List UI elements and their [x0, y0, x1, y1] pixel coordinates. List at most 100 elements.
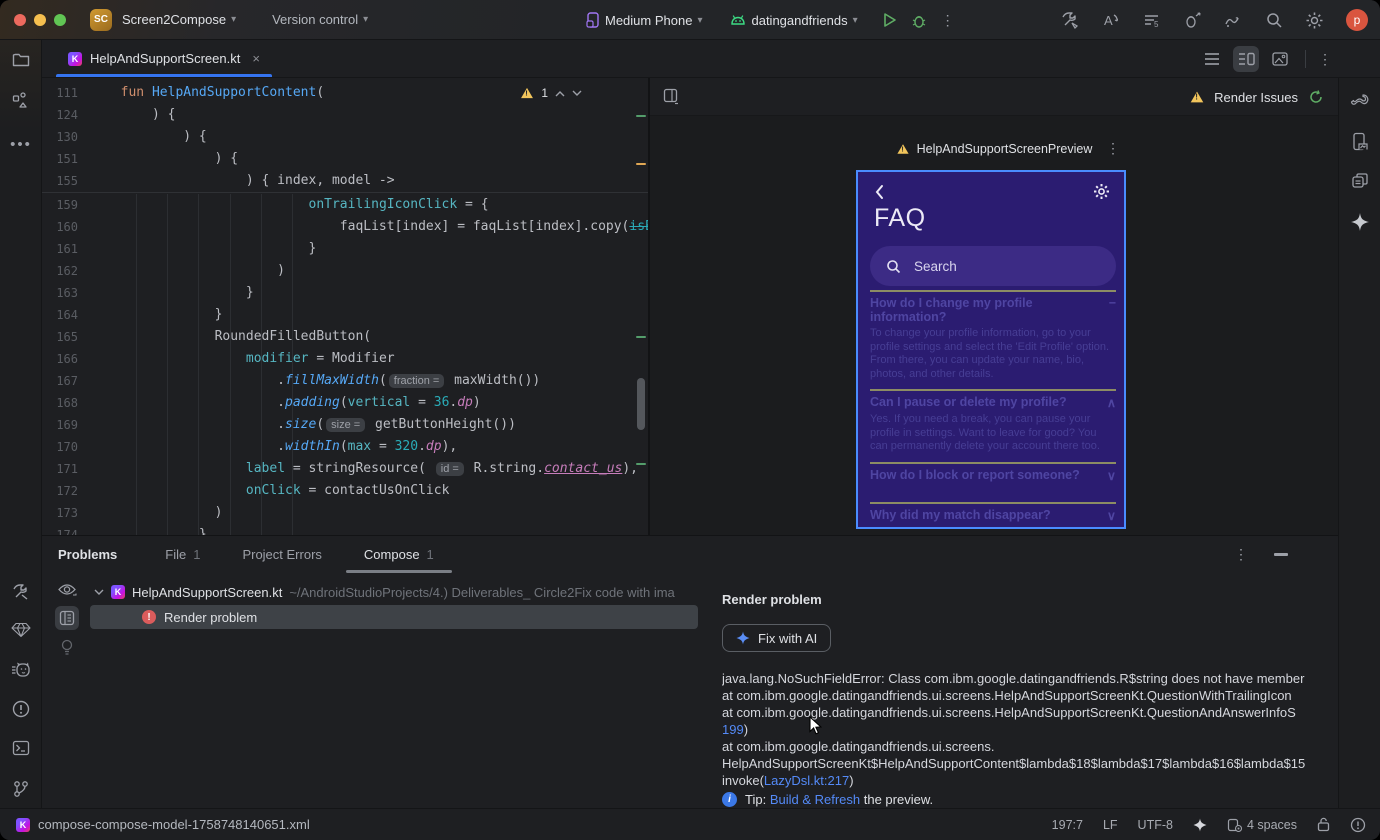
- run-config-selector[interactable]: datingandfriends ▾: [730, 13, 858, 28]
- file-encoding[interactable]: UTF-8: [1138, 818, 1173, 832]
- code-line[interactable]: 168 .padding(vertical = 36.dp): [42, 392, 648, 414]
- problems-tree-file-row[interactable]: K HelpAndSupportScreen.kt ~/AndroidStudi…: [94, 580, 710, 604]
- preview-toggle-button[interactable]: [55, 606, 79, 630]
- preview-layout-icon[interactable]: [663, 88, 680, 105]
- more-tool-windows-button[interactable]: •••: [0, 136, 42, 153]
- debug-button[interactable]: [911, 12, 927, 29]
- running-devices-button[interactable]: [1339, 132, 1380, 151]
- indent-setting[interactable]: 4 spaces: [1227, 818, 1297, 832]
- build-refresh-link[interactable]: Build & Refresh: [770, 792, 860, 807]
- prev-issue-button[interactable]: [555, 90, 565, 97]
- code-line[interactable]: 151 ) {: [42, 148, 648, 170]
- line-number: 168: [56, 396, 78, 410]
- gradle-button[interactable]: [1339, 93, 1380, 109]
- code-line[interactable]: 171 label = stringResource( id = R.strin…: [42, 458, 648, 480]
- close-window-button[interactable]: [14, 13, 26, 26]
- faq-question: How do I change my profile information? −: [870, 296, 1116, 324]
- version-control-menu[interactable]: Version control ▾: [272, 12, 368, 27]
- code-line[interactable]: 163 }: [42, 282, 648, 304]
- problems-tab-compose[interactable]: Compose 1: [345, 536, 452, 573]
- code-line[interactable]: 174 }: [42, 524, 648, 535]
- panel-options-button[interactable]: ⋮: [1234, 546, 1248, 563]
- inspections-widget[interactable]: 1: [520, 86, 582, 100]
- gemini-ai-button[interactable]: [1339, 212, 1380, 232]
- fix-with-ai-button[interactable]: Fix with AI: [722, 624, 832, 652]
- stack-trace-link[interactable]: 199: [722, 722, 744, 737]
- project-tool-button[interactable]: [0, 52, 42, 68]
- insights-icon[interactable]: [1224, 11, 1243, 30]
- code-line[interactable]: 162 ): [42, 260, 648, 282]
- build-icon[interactable]: [1060, 11, 1079, 30]
- chevron-down-icon[interactable]: [94, 589, 104, 596]
- split-view-button[interactable]: [1233, 46, 1259, 72]
- logcat-tool-button[interactable]: [0, 661, 42, 678]
- close-tab-icon[interactable]: ×: [252, 51, 260, 66]
- preview-title: HelpAndSupportScreenPreview: [916, 142, 1093, 156]
- ai-status-icon[interactable]: [1193, 818, 1207, 832]
- error-icon: !: [142, 610, 156, 624]
- code-view-button[interactable]: [1199, 46, 1225, 72]
- render-issues-label[interactable]: Render Issues: [1214, 90, 1298, 105]
- line-ending[interactable]: LF: [1103, 818, 1118, 832]
- more-run-options-button[interactable]: ⋮: [941, 12, 955, 29]
- preview-title-row[interactable]: HelpAndSupportScreenPreview: [650, 142, 1338, 156]
- code-editor[interactable]: 111 fun HelpAndSupportContent(124 ) {130…: [42, 78, 648, 535]
- code-line[interactable]: 160 faqList[index] = faqList[index].copy…: [42, 216, 648, 238]
- run-button[interactable]: [882, 12, 897, 28]
- project-selector[interactable]: Screen2Compose ▾: [122, 12, 236, 27]
- refresh-icon[interactable]: [1308, 89, 1324, 105]
- kotlin-file-icon: K: [68, 51, 82, 66]
- status-file[interactable]: K compose-compose-model-1758748140651.xm…: [16, 817, 310, 832]
- gem-tool-button[interactable]: [0, 622, 42, 638]
- quick-fix-bulb-icon[interactable]: [61, 639, 73, 656]
- line-number: 163: [56, 286, 78, 300]
- code-line[interactable]: 172 onClick = contactUsOnClick: [42, 480, 648, 502]
- problems-tab-project-errors[interactable]: Project Errors: [242, 536, 321, 573]
- code-line[interactable]: 173 ): [42, 502, 648, 524]
- settings-gear-icon[interactable]: [1305, 11, 1324, 30]
- user-avatar[interactable]: p: [1346, 9, 1368, 31]
- error-indicator-icon[interactable]: [1350, 817, 1366, 833]
- problems-tool-button[interactable]: [0, 700, 42, 718]
- git-tool-button[interactable]: [0, 780, 42, 798]
- phone-preview-frame[interactable]: FAQ Search How do I change my profile in…: [856, 170, 1126, 529]
- code-line[interactable]: 130 ) {: [42, 126, 648, 148]
- problems-selected-row[interactable]: ! Render problem: [90, 605, 698, 629]
- code-line[interactable]: 167 .fillMaxWidth(fraction = maxWidth()): [42, 370, 648, 392]
- terminal-tool-button[interactable]: [0, 740, 42, 756]
- code-line[interactable]: 169 .size(size = getButtonHeight()): [42, 414, 648, 436]
- code-line[interactable]: 155 ) { index, model ->: [42, 170, 648, 192]
- editor-tab[interactable]: K HelpAndSupportScreen.kt ×: [56, 40, 272, 77]
- code-line[interactable]: 164 }: [42, 304, 648, 326]
- code-line[interactable]: 159 onTrailingIconClick = {: [42, 194, 648, 216]
- caret-position[interactable]: 197:7: [1052, 818, 1083, 832]
- design-view-button[interactable]: [1267, 46, 1293, 72]
- next-issue-button[interactable]: [572, 90, 582, 97]
- problems-tab-file[interactable]: File 1: [165, 536, 200, 573]
- maximize-window-button[interactable]: [54, 13, 66, 26]
- editor-options-button[interactable]: ⋮: [1318, 51, 1332, 68]
- build-variants-button[interactable]: [1339, 172, 1380, 190]
- minimize-window-button[interactable]: [34, 13, 46, 26]
- lock-icon[interactable]: [1317, 817, 1330, 832]
- profiler-icon[interactable]: [1183, 11, 1202, 30]
- build-tool-button[interactable]: [0, 583, 42, 601]
- code-line[interactable]: 170 .widthIn(max = 320.dp),: [42, 436, 648, 458]
- view-options-eye-icon[interactable]: [57, 582, 77, 597]
- search-icon[interactable]: [1265, 11, 1283, 29]
- device-selector[interactable]: Medium Phone ▾: [586, 12, 702, 28]
- back-icon: [875, 185, 883, 199]
- scrollbar-thumb[interactable]: [637, 378, 645, 430]
- stack-trace-link[interactable]: LazyDsl.kt:217: [764, 773, 849, 788]
- preview-options-button[interactable]: ⋮: [1106, 140, 1120, 157]
- code-line[interactable]: 165 RoundedFilledButton(: [42, 326, 648, 348]
- code-line[interactable]: 166 modifier = Modifier: [42, 348, 648, 370]
- code-line[interactable]: 124 ) {: [42, 104, 648, 126]
- structure-tool-button[interactable]: [0, 92, 42, 109]
- minimize-panel-button[interactable]: [1274, 553, 1288, 556]
- todo-list-icon[interactable]: 5: [1142, 11, 1161, 30]
- code-line[interactable]: 161 }: [42, 238, 648, 260]
- project-icon[interactable]: SC: [90, 8, 112, 31]
- ai-actions-icon[interactable]: A: [1101, 11, 1120, 30]
- android-icon: [731, 15, 746, 25]
